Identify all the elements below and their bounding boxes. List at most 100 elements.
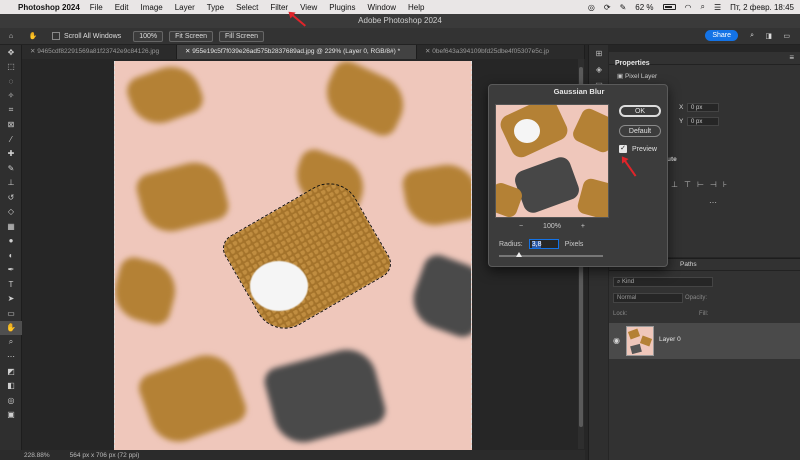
tools-panel: ✥ ⬚ ◌ ✧ ⌗ ⊠ ⁄ ✚ ✎ ⊥ ↺ ◇ ▦ ● ◐ ✒ T ➤ ▭ ✋ … xyxy=(0,45,22,450)
menu-help[interactable]: Help xyxy=(408,3,424,12)
search-icon: ⌕ xyxy=(617,279,621,285)
tab-paths[interactable]: Paths xyxy=(680,261,697,268)
layers-panel: Paths ⌕ Kind Normal Opacity: Lock: Fill:… xyxy=(609,258,800,460)
tab-properties[interactable]: Properties xyxy=(609,58,656,69)
lasso-tool-icon[interactable]: ◌ xyxy=(0,74,22,89)
panel-menu-icon[interactable]: ≡ xyxy=(789,53,794,62)
type-tool-icon[interactable]: T xyxy=(0,277,22,292)
layer-row[interactable]: ◉ Layer 0 xyxy=(609,323,800,359)
screen-mode-icon[interactable]: ▣ xyxy=(0,408,22,423)
radius-slider[interactable] xyxy=(499,252,603,257)
menu-layer[interactable]: Layer xyxy=(175,3,195,12)
gaussian-blur-dialog: Gaussian Blur OK Default ✓ Preview − 100… xyxy=(488,84,668,267)
healing-brush-tool-icon[interactable]: ✚ xyxy=(0,147,22,162)
creative-cloud-icon[interactable]: ◎ xyxy=(588,3,595,12)
radius-unit: Pixels xyxy=(564,240,584,248)
brush-tool-icon[interactable]: ✎ xyxy=(0,161,22,176)
blur-preview[interactable] xyxy=(495,104,609,218)
zoom-level[interactable]: 228.88% xyxy=(24,452,50,459)
clone-stamp-tool-icon[interactable]: ⊥ xyxy=(0,176,22,191)
zoom-tool-icon[interactable]: ⌕ xyxy=(0,335,22,350)
fit-screen-button[interactable]: Fit Screen xyxy=(169,30,213,42)
ok-button[interactable]: OK xyxy=(619,105,661,117)
learn-icon[interactable]: ◨ xyxy=(765,32,772,40)
color-swatches-icon[interactable]: ◧ xyxy=(0,379,22,394)
blend-mode-select[interactable]: Normal xyxy=(613,293,683,303)
dodge-tool-icon[interactable]: ◐ xyxy=(0,248,22,263)
document-tabs: ✕ 9465cdf82291569a81f23742e9c84126.jpg ✕… xyxy=(22,45,585,59)
y-field[interactable]: 0 px xyxy=(687,117,719,126)
blur-tool-icon[interactable]: ● xyxy=(0,234,22,249)
y-label: Y xyxy=(679,118,684,125)
search-icon[interactable]: ⌕ xyxy=(701,2,705,12)
foam xyxy=(250,261,308,311)
tab-document-1[interactable]: ✕ 9465cdf82291569a81f23742e9c84126.jpg xyxy=(22,45,177,59)
document-image[interactable] xyxy=(114,61,472,450)
sponge-blurred xyxy=(133,156,232,238)
tab-document-2[interactable]: ✕ 955e19c5f7f039e26ad575b2837689ad.jpg @… xyxy=(177,45,417,59)
kind-label[interactable]: Kind xyxy=(622,279,634,285)
zoom-in-icon[interactable]: + xyxy=(581,223,585,230)
selected-sponge[interactable] xyxy=(217,171,397,341)
quick-select-tool-icon[interactable]: ✧ xyxy=(0,89,22,104)
frame-tool-icon[interactable]: ⊠ xyxy=(0,118,22,133)
zoom-out-icon[interactable]: − xyxy=(519,223,523,230)
tab-document-3[interactable]: ✕ 0bef643a394109bfd25dbe4f05307e5c.jp xyxy=(417,45,585,59)
menu-filter[interactable]: Filter xyxy=(270,3,288,12)
default-button[interactable]: Default xyxy=(619,125,661,137)
radius-input[interactable]: 3,8 xyxy=(528,239,559,249)
crop-tool-icon[interactable]: ⌗ xyxy=(0,103,22,118)
align-icons[interactable]: ⊥⊤⊢⊣⊦ xyxy=(671,180,733,189)
sponge-blurred xyxy=(123,61,207,132)
rectangle-tool-icon[interactable]: ▭ xyxy=(0,306,22,321)
marquee-tool-icon[interactable]: ⬚ xyxy=(0,60,22,75)
scroll-all-windows-checkbox[interactable]: Scroll All Windows xyxy=(52,32,121,40)
x-field[interactable]: 0 px xyxy=(687,103,719,112)
workspace-icon[interactable]: ▭ xyxy=(783,32,790,40)
visibility-eye-icon[interactable]: ◉ xyxy=(613,336,620,345)
search-icon[interactable]: ⌕ xyxy=(750,32,754,40)
eyedropper-tool-icon[interactable]: ⁄ xyxy=(0,132,22,147)
more-options-icon[interactable]: ⋯ xyxy=(709,198,717,207)
clock[interactable]: Пт, 2 февр. 18:45 xyxy=(730,3,794,12)
adjustments-icon[interactable]: ◈ xyxy=(589,61,609,77)
path-selection-tool-icon[interactable]: ➤ xyxy=(0,292,22,307)
preview-checkbox[interactable]: ✓ Preview xyxy=(619,145,657,153)
default-colors-icon[interactable]: ◩ xyxy=(0,364,22,379)
history-icon[interactable]: ⊞ xyxy=(589,45,609,61)
menu-view[interactable]: View xyxy=(300,3,317,12)
gradient-tool-icon[interactable]: ▦ xyxy=(0,219,22,234)
tab-label: 9465cdf82291569a81f23742e9c84126.jpg xyxy=(37,48,160,55)
slider-knob[interactable] xyxy=(516,252,522,257)
menu-type[interactable]: Type xyxy=(207,3,224,12)
sync-icon[interactable]: ⟳ xyxy=(604,3,611,12)
quick-mask-icon[interactable]: ◎ xyxy=(0,393,22,408)
sponge-blurred xyxy=(317,61,413,141)
history-brush-tool-icon[interactable]: ↺ xyxy=(0,190,22,205)
home-icon[interactable]: ⌂ xyxy=(0,33,22,40)
control-center-icon[interactable]: ☰ xyxy=(714,3,721,12)
menu-window[interactable]: Window xyxy=(368,3,396,12)
zoom-100-button[interactable]: 100% xyxy=(133,30,164,42)
battery-icon[interactable] xyxy=(662,4,676,10)
layer-name[interactable]: Layer 0 xyxy=(659,336,681,343)
more-tools-icon[interactable]: ⋯ xyxy=(0,350,22,365)
document-dimensions[interactable]: 564 px x 706 px (72 ppi) xyxy=(70,452,140,459)
menu-file[interactable]: File xyxy=(90,3,103,12)
menu-plugins[interactable]: Plugins xyxy=(329,3,355,12)
app-menu[interactable]: Photoshop 2024 xyxy=(18,3,80,12)
pen-tool-icon[interactable]: ✒ xyxy=(0,263,22,278)
menu-image[interactable]: Image xyxy=(140,3,162,12)
hand-tool-icon[interactable]: ✋ xyxy=(22,32,44,40)
wifi-icon[interactable]: ◠ xyxy=(685,3,692,12)
layer-thumbnail[interactable] xyxy=(626,326,654,356)
hand-tool-icon[interactable]: ✋ xyxy=(0,320,22,335)
move-tool-icon[interactable]: ✥ xyxy=(0,45,22,60)
radius-label: Radius: xyxy=(499,240,523,248)
fill-screen-button[interactable]: Fill Screen xyxy=(219,30,265,42)
eraser-tool-icon[interactable]: ◇ xyxy=(0,205,22,220)
menu-select[interactable]: Select xyxy=(236,3,258,12)
share-button[interactable]: Share xyxy=(705,30,738,41)
menu-edit[interactable]: Edit xyxy=(115,3,129,12)
pen-icon[interactable]: ✎ xyxy=(620,3,627,12)
